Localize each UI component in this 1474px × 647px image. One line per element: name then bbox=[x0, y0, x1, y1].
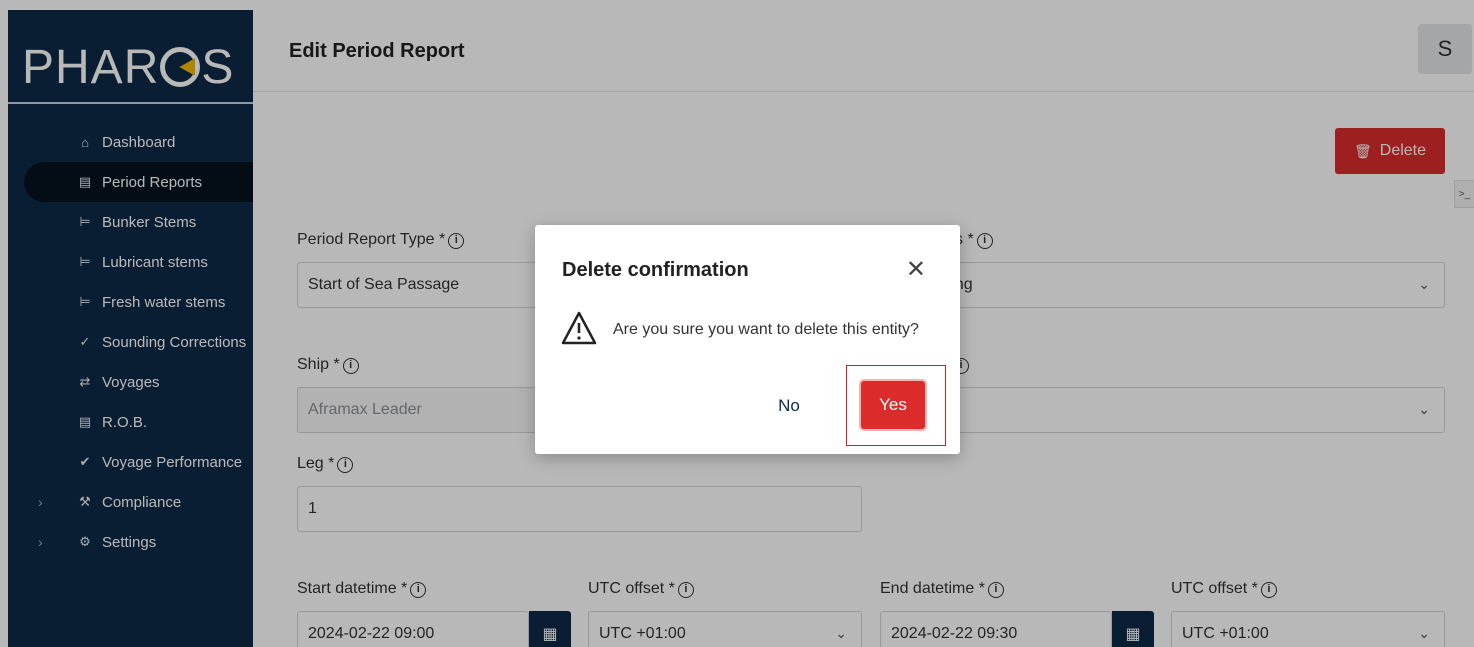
no-button[interactable]: No bbox=[761, 383, 817, 429]
dialog-message: Are you sure you want to delete this ent… bbox=[613, 321, 919, 338]
warning-icon bbox=[561, 311, 597, 345]
close-icon[interactable]: ✕ bbox=[906, 255, 926, 284]
app-root: PHAR S ⌂ Dashboard ▤ Period Reports ⊨ Bunker… bbox=[0, 0, 1474, 647]
yes-button[interactable]: Yes bbox=[861, 381, 925, 429]
dialog-title: Delete confirmation bbox=[562, 259, 749, 281]
delete-confirmation-dialog: Delete confirmation ✕ Are you sure you w… bbox=[535, 225, 960, 454]
